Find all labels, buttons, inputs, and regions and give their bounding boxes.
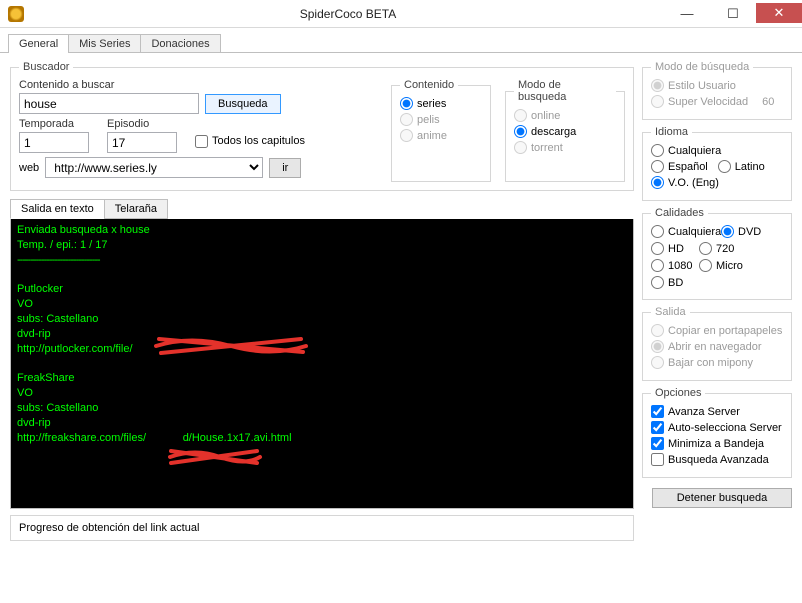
output-tabs: Salida en texto Telaraña: [10, 199, 634, 219]
contenido-group: Contenido series pelis anime: [391, 79, 491, 182]
radio-latino[interactable]: [718, 160, 731, 173]
detener-busqueda-button[interactable]: Detener busqueda: [652, 488, 792, 508]
temporada-label: Temporada: [19, 118, 89, 130]
radio-bajar-mipony: [651, 356, 664, 369]
modo-busqueda-group: Modo de busqueda online descarga torrent: [505, 79, 625, 182]
radio-micro[interactable]: [699, 259, 712, 272]
check-auto-selecciona[interactable]: [651, 421, 664, 434]
app-window: SpiderCoco BETA — ☐ ✕ General Mis Series…: [0, 0, 802, 603]
radio-pelis: [400, 113, 413, 126]
check-busqueda-avanzada[interactable]: [651, 453, 664, 466]
radio-720[interactable]: [699, 242, 712, 255]
radio-series[interactable]: [400, 97, 413, 110]
calidades-group: Calidades Cualquiera DVD HD 720 1080 Mic…: [642, 207, 792, 300]
radio-torrent: [514, 141, 527, 154]
check-minimiza-bandeja[interactable]: [651, 437, 664, 450]
episodio-input[interactable]: [107, 132, 177, 153]
radio-copiar: [651, 324, 664, 337]
episodio-label: Episodio: [107, 118, 177, 130]
tab-donaciones[interactable]: Donaciones: [140, 34, 220, 53]
todos-capitulos-checkbox[interactable]: [195, 135, 208, 148]
main-tabs: General Mis Series Donaciones: [8, 34, 802, 53]
window-buttons: — ☐ ✕: [664, 3, 802, 25]
buscador-legend: Buscador: [19, 61, 73, 73]
web-label: web: [19, 162, 39, 174]
close-button[interactable]: ✕: [756, 3, 802, 23]
contenido-input[interactable]: [19, 93, 199, 114]
modo-busqueda-legend: Modo de busqueda: [514, 79, 616, 103]
tab-mis-series[interactable]: Mis Series: [68, 34, 141, 53]
radio-hd[interactable]: [651, 242, 664, 255]
radio-online: [514, 109, 527, 122]
modo-right-group: Modo de búsqueda Estilo Usuario Super Ve…: [642, 61, 792, 120]
temporada-input[interactable]: [19, 132, 89, 153]
radio-descarga[interactable]: [514, 125, 527, 138]
check-avanza-server[interactable]: [651, 405, 664, 418]
titlebar: SpiderCoco BETA — ☐ ✕: [0, 0, 802, 28]
progress-label: Progreso de obtención del link actual: [19, 522, 199, 534]
salida-group: Salida Copiar en portapapeles Abrir en n…: [642, 306, 792, 381]
todos-capitulos-label: Todos los capitulos: [212, 135, 305, 147]
contenido-label: Contenido a buscar: [19, 79, 377, 91]
subtab-telarana[interactable]: Telaraña: [104, 199, 168, 219]
maximize-button[interactable]: ☐: [710, 3, 756, 25]
window-title: SpiderCoco BETA: [32, 7, 664, 21]
radio-abrir-nav: [651, 340, 664, 353]
progress-group: Progreso de obtención del link actual: [10, 515, 634, 541]
radio-super-velocidad: [651, 95, 664, 108]
ir-button[interactable]: ir: [269, 158, 301, 178]
radio-bd[interactable]: [651, 276, 664, 289]
radio-cualquiera-cal[interactable]: [651, 225, 664, 238]
subtab-salida-texto[interactable]: Salida en texto: [10, 199, 105, 219]
radio-anime: [400, 129, 413, 142]
buscador-group: Buscador Contenido a buscar Busqueda Tem…: [10, 61, 634, 191]
console-output: Enviada busqueda x house Temp. / epi.: 1…: [10, 219, 634, 509]
radio-vo-eng[interactable]: [651, 176, 664, 189]
radio-estilo-usuario: [651, 79, 664, 92]
radio-espanol[interactable]: [651, 160, 664, 173]
redaction-scribble-2: [165, 445, 265, 469]
minimize-button[interactable]: —: [664, 3, 710, 25]
busqueda-button[interactable]: Busqueda: [205, 94, 281, 114]
opciones-group: Opciones Avanza Server Auto-selecciona S…: [642, 387, 792, 478]
idioma-group: Idioma Cualquiera Español Latino V.O. (E…: [642, 126, 792, 201]
web-select[interactable]: http://www.series.ly: [45, 157, 263, 178]
radio-dvd[interactable]: [721, 225, 734, 238]
app-icon: [8, 6, 24, 22]
contenido-legend: Contenido: [400, 79, 458, 91]
tab-general[interactable]: General: [8, 34, 69, 53]
radio-1080[interactable]: [651, 259, 664, 272]
radio-cualquiera-idioma[interactable]: [651, 144, 664, 157]
